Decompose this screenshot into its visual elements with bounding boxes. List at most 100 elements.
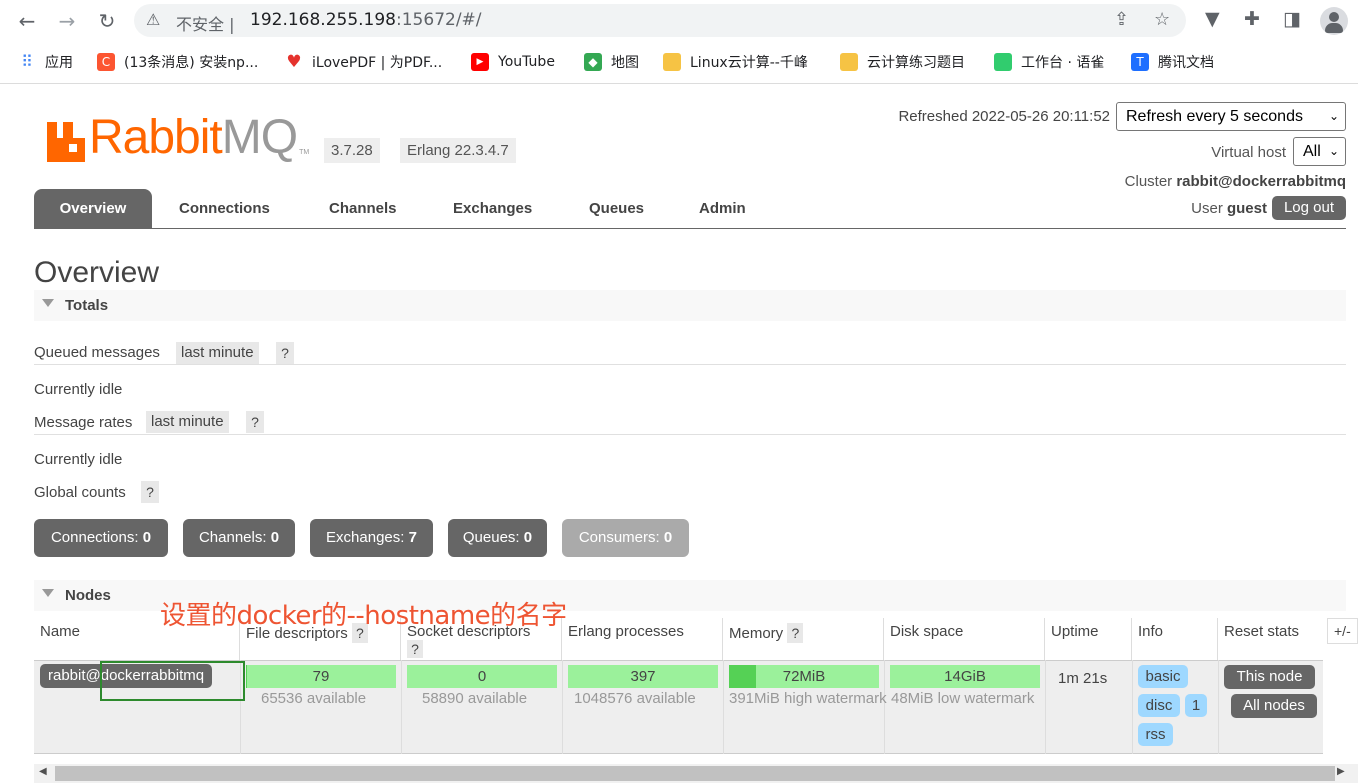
col-header-memory: Memory ?: [723, 618, 884, 660]
count-label: Queues:: [462, 529, 520, 546]
bookmark-apps[interactable]: ⠿ 应用: [18, 51, 73, 73]
rates-help-button[interactable]: ?: [246, 411, 264, 433]
bookmark-exercises[interactable]: 云计算练习题目: [840, 51, 965, 73]
logo-rabbit-text: Rabbit: [89, 111, 223, 164]
column-divider: [723, 660, 724, 754]
info-tag-basic[interactable]: basic: [1138, 665, 1188, 688]
columns-toggle-button[interactable]: +/-: [1327, 618, 1358, 644]
bookmarks-bar: ⠿ 应用 C (13条消息) 安装np... ♥ iLovePDF | 为PDF…: [0, 46, 1358, 76]
col-header-text: Memory: [729, 625, 784, 642]
totals-section-header[interactable]: Totals: [34, 290, 1346, 321]
count-value: 0: [523, 529, 533, 546]
forward-arrow-icon[interactable]: →: [54, 8, 80, 34]
queued-help-button[interactable]: ?: [276, 342, 294, 364]
chevron-down-icon: ⌄: [1328, 144, 1339, 158]
info-tag-count[interactable]: 1: [1185, 694, 1207, 717]
reload-icon[interactable]: ↻: [94, 8, 120, 34]
memory-help[interactable]: ?: [787, 623, 804, 643]
page-title: Overview: [34, 256, 160, 289]
scroll-left-icon[interactable]: ◀: [39, 766, 47, 777]
tab-admin[interactable]: Admin: [699, 189, 746, 229]
heart-icon: ♥: [286, 52, 302, 72]
file-descriptors-available: 65536 available: [261, 690, 367, 707]
address-bar[interactable]: ⚠ 不安全 | 192.168.255.198:15672/#/ ⇪ ☆: [134, 4, 1186, 37]
exchanges-count-button[interactable]: Exchanges: 7: [310, 519, 433, 557]
bar-value: 14GiB: [944, 668, 986, 685]
logo-mq-text: MQ: [221, 111, 298, 164]
tab-queues[interactable]: Queues: [589, 189, 644, 229]
socket-descriptors-available: 58890 available: [422, 690, 528, 707]
url-host: 192.168.255.198: [250, 10, 397, 30]
col-header-disk-space: Disk space: [884, 618, 1045, 660]
socket-descriptors-help[interactable]: ?: [407, 640, 423, 658]
tab-channels[interactable]: Channels: [329, 189, 397, 229]
bookmark-tencent-docs[interactable]: T 腾讯文档: [1131, 51, 1214, 73]
bookmark-linux[interactable]: Linux云计算--千峰: [663, 51, 808, 73]
count-value: 0: [270, 529, 280, 546]
vue-extension-icon[interactable]: ▼: [1205, 8, 1220, 30]
bookmark-star-icon[interactable]: ☆: [1154, 9, 1170, 30]
bookmark-csdn[interactable]: C (13条消息) 安装np...: [97, 51, 258, 73]
rabbitmq-logo[interactable]: RabbitMQ TM: [47, 112, 309, 162]
refresh-interval-select[interactable]: Refresh every 5 seconds ⌄: [1116, 102, 1346, 131]
scroll-right-icon[interactable]: ▶: [1337, 766, 1345, 777]
totals-title: Totals: [65, 297, 109, 314]
bookmark-maps[interactable]: ◆ 地图: [584, 51, 639, 73]
tab-connections[interactable]: Connections: [179, 189, 270, 229]
share-icon[interactable]: ⇪: [1114, 9, 1129, 30]
info-tag-disc[interactable]: disc: [1138, 694, 1180, 717]
collapse-triangle-icon: [42, 589, 54, 597]
side-panel-icon[interactable]: ◨: [1283, 8, 1301, 30]
global-counts-label: Global counts: [34, 484, 126, 501]
tab-exchanges[interactable]: Exchanges: [453, 189, 532, 229]
youtube-icon: ▶: [471, 53, 489, 71]
bookmark-ilovepdf[interactable]: ♥ iLovePDF | 为PDF...: [285, 51, 442, 73]
queued-range-selector[interactable]: last minute: [176, 342, 259, 364]
bookmark-label: 腾讯文档: [1158, 55, 1214, 71]
cluster-info: Cluster rabbit@dockerrabbitmq: [1125, 173, 1346, 190]
bar-value: 79: [312, 668, 330, 685]
profile-avatar[interactable]: [1320, 7, 1348, 35]
reset-this-node-button[interactable]: This node: [1224, 665, 1315, 689]
count-label: Consumers:: [578, 529, 660, 546]
back-arrow-icon[interactable]: ←: [14, 8, 40, 34]
refresh-select-value: Refresh every 5 seconds: [1126, 108, 1303, 125]
consumers-count-button[interactable]: Consumers: 0: [562, 519, 689, 557]
column-divider: [884, 660, 885, 754]
refreshed-timestamp: Refreshed 2022-05-26 20:11:52: [898, 108, 1110, 125]
bookmark-label: 地图: [611, 55, 639, 71]
url-text[interactable]: 192.168.255.198:15672/#/: [250, 10, 482, 30]
folder-icon: [663, 53, 681, 71]
bookmark-label: Linux云计算--千峰: [690, 55, 808, 71]
file-descriptors-bar: 79: [246, 665, 396, 688]
vhost-select[interactable]: All ⌄: [1293, 137, 1346, 166]
warning-icon: ⚠: [146, 10, 161, 29]
version-badge: 3.7.28: [324, 138, 380, 163]
cluster-name: rabbit@dockerrabbitmq: [1176, 173, 1346, 190]
reset-all-nodes-button[interactable]: All nodes: [1231, 694, 1317, 718]
column-divider: [1218, 660, 1219, 754]
global-counts-help-button[interactable]: ?: [141, 481, 159, 503]
bookmark-youtube[interactable]: ▶ YouTube: [471, 51, 555, 73]
scrollbar-thumb[interactable]: [55, 766, 1335, 781]
horizontal-scrollbar[interactable]: ◀ ▶: [34, 764, 1358, 783]
extensions-puzzle-icon[interactable]: ✚: [1244, 8, 1260, 30]
vhost-label: Virtual host: [1211, 144, 1286, 161]
channels-count-button[interactable]: Channels: 0: [183, 519, 295, 557]
bookmark-yuque[interactable]: 工作台 · 语雀: [994, 51, 1104, 73]
connections-count-button[interactable]: Connections: 0: [34, 519, 168, 557]
tencent-docs-icon: T: [1131, 53, 1149, 71]
info-tag-rss[interactable]: rss: [1138, 723, 1173, 746]
cluster-label: Cluster: [1124, 173, 1173, 190]
bookmark-label: (13条消息) 安装np...: [124, 55, 259, 71]
tab-overview[interactable]: Overview: [34, 189, 152, 229]
maps-icon: ◆: [584, 53, 602, 71]
bar-fill: [729, 665, 756, 688]
column-divider: [562, 660, 563, 754]
rates-range-selector[interactable]: last minute: [146, 411, 229, 433]
count-label: Exchanges:: [326, 529, 405, 546]
column-divider: [1045, 660, 1046, 754]
queues-count-button[interactable]: Queues: 0: [448, 519, 547, 557]
bookmark-label: 工作台 · 语雀: [1021, 55, 1105, 71]
bookmark-label: 应用: [45, 55, 73, 71]
